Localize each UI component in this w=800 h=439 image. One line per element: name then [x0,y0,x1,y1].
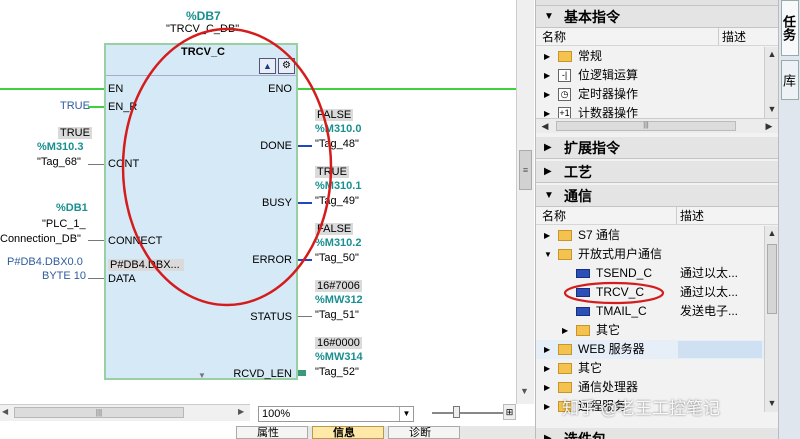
data-type[interactable]: BYTE 10 [42,270,86,282]
cont-tag[interactable]: "Tag_68" [37,156,81,168]
zoom-select[interactable]: 100% ▼ [258,406,414,422]
scroll-up-icon[interactable]: ▲ [765,47,779,61]
scroll-right-icon[interactable]: ▶ [762,119,776,133]
connect-wire [88,240,104,241]
folder-icon [558,51,572,62]
folder-icon [558,363,572,374]
comm-item-s7[interactable]: ▶ S7 通信 [536,226,764,245]
comm-vscroll[interactable]: ▲ ▼ [764,226,779,412]
comm-item-open-user-other[interactable]: ▶ 其它 [536,321,764,340]
power-rail-left [0,88,104,90]
expand-block-icon[interactable]: ▼ [198,371,206,380]
scroll-up-icon[interactable]: ▲ [765,226,779,240]
cont-live-value: TRUE [58,127,92,139]
cont-wire [88,164,104,165]
folder-open-icon [558,249,572,260]
en-r-value[interactable]: TRUE [60,100,90,112]
basic-item-counters[interactable]: ▶ +1 计数器操作 [536,104,764,118]
tab-info[interactable]: 信息 [312,426,384,439]
rcvd-len-address[interactable]: %MW314 [315,351,363,363]
basic-hscroll-thumb[interactable]: ||| [556,121,736,131]
expand-icon[interactable]: ▶ [544,161,552,183]
cont-address[interactable]: %M310.3 [37,141,83,153]
zoom-value: 100% [262,408,291,420]
tab-libraries[interactable]: 库 [781,60,799,100]
comm-scroll-thumb[interactable] [767,244,777,314]
basic-hscroll[interactable]: ◀ ||| ▶ [536,118,779,133]
ladder-editor[interactable]: %DB7 "TRCV_C_DB" TRCV_C ▲ ⚙ EN EN_R CONT… [0,0,516,404]
chevron-down-icon[interactable]: ▼ [399,407,413,421]
scroll-right-icon[interactable]: ▶ [238,407,244,416]
comm-item-other[interactable]: ▶ 其它 [536,359,764,378]
section-optional-packages[interactable]: ▶ 选件包 [536,428,779,439]
highlight-ellipse [121,27,333,307]
zoom-fit-icon[interactable]: ⊞ [503,404,516,420]
en-r-wire [88,106,104,108]
connect-tag-line2[interactable]: Connection_DB" [0,233,81,245]
status-tag[interactable]: "Tag_51" [315,309,359,321]
function-block-icon [576,269,590,278]
function-block-icon [576,307,590,316]
scroll-left-icon[interactable]: ◀ [538,119,552,133]
data-wire [88,278,104,279]
inspector-tab-bar: 属性 信息 诊断 [236,426,536,439]
status-wire [298,316,312,317]
counter-icon: +1 [558,107,571,118]
basic-item-timers[interactable]: ▶ ◷ 定时器操作 [536,85,764,104]
folder-icon [576,325,590,336]
rcvd-len-tag[interactable]: "Tag_52" [315,366,359,378]
folder-icon [558,382,572,393]
folder-icon [558,344,572,355]
expand-icon[interactable]: ▶ [544,137,552,159]
pin-status[interactable]: STATUS [250,311,292,323]
editor-hscroll-thumb[interactable]: ||| [14,407,184,418]
timer-icon: ◷ [558,88,571,101]
comm-column-header: 名称 描述 [536,207,779,225]
editor-scroll-thumb[interactable]: ≡ [519,150,532,190]
basic-column-header: 名称 描述 [536,28,779,46]
selection-highlight [678,341,762,358]
instructions-panel: ▼ 基本指令 名称 描述 ▶ 常规 ▶ -| 位逻辑运算 ▶ ◷ 定时器操作 ▶… [535,0,779,439]
instance-db-address: %DB7 [186,9,221,23]
scroll-down-icon[interactable]: ▼ [520,386,529,396]
scroll-down-icon[interactable]: ▼ [765,396,779,410]
section-basic-instructions[interactable]: ▼ 基本指令 [536,6,779,28]
rcvd-len-wire [298,370,306,376]
pin-rcvd-len[interactable]: RCVD_LEN [233,368,292,380]
tab-tasks[interactable]: 任务 [781,0,799,56]
folder-icon [558,230,572,241]
basic-vscroll[interactable]: ▲ ▼ [764,47,779,118]
connect-address[interactable]: %DB1 [56,202,88,214]
section-technology[interactable]: ▶ 工艺 [536,161,779,183]
expand-icon[interactable]: ▶ [544,428,552,439]
rcvd-len-live-value: 16#0000 [315,337,362,349]
basic-item-bit-logic[interactable]: ▶ -| 位逻辑运算 [536,66,764,85]
section-extended-instructions[interactable]: ▶ 扩展指令 [536,137,779,159]
scroll-left-icon[interactable]: ◀ [2,407,8,416]
collapse-icon[interactable]: ▼ [544,6,554,28]
editor-horizontal-scrollbar[interactable]: ◀ ||| ▶ [0,404,250,421]
tab-properties[interactable]: 属性 [236,426,308,439]
comm-item-open-user[interactable]: ▼ 开放式用户通信 [536,245,764,264]
comm-item-tmail-c[interactable]: TMAIL_C 发送电子... [536,302,764,321]
tab-diagnostics[interactable]: 诊断 [388,426,460,439]
watermark: 知乎 @老王工控笔记 [562,399,720,418]
side-tab-strip: 任务 库 [778,0,800,439]
basic-item-general[interactable]: ▶ 常规 [536,47,764,66]
scroll-down-icon[interactable]: ▼ [765,102,779,116]
zoom-slider[interactable] [432,412,504,414]
editor-vertical-scrollbar[interactable]: ≡ ▼ [516,0,534,404]
zoom-slider-handle[interactable] [453,406,460,418]
collapse-icon[interactable]: ▼ [544,185,554,207]
connect-tag-line1[interactable]: "PLC_1_ [42,218,86,230]
comm-item-web-server[interactable]: ▶ WEB 服务器 [536,340,764,359]
section-communication[interactable]: ▼ 通信 [536,185,779,207]
data-address[interactable]: P#DB4.DBX0.0 [7,256,83,268]
bit-logic-icon: -| [558,69,571,82]
